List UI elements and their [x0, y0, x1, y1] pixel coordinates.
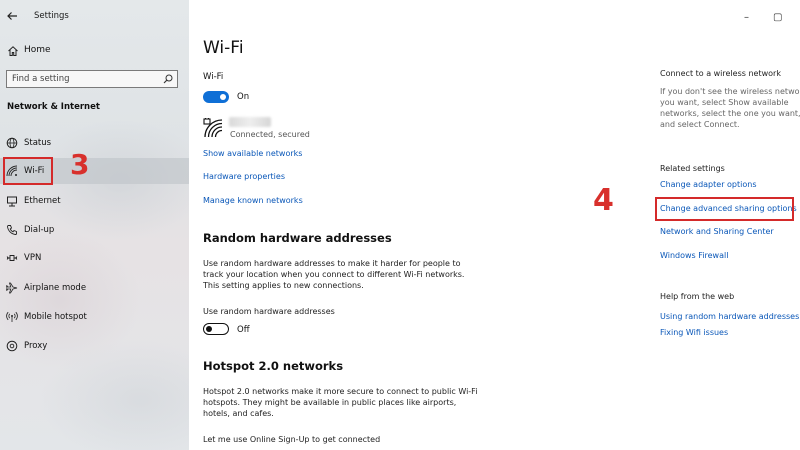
step-3-annotation: 3	[70, 148, 90, 181]
hardware-properties-link[interactable]: Hardware properties	[203, 172, 285, 181]
wifi-highlight-annotation	[3, 157, 53, 185]
sidebar-item-label: VPN	[24, 253, 42, 263]
random-hw-option-label: Use random hardware addresses	[203, 307, 335, 316]
vpn-icon	[6, 255, 18, 261]
sidebar-item-status[interactable]: Status	[0, 130, 189, 156]
wifi-toggle[interactable]	[203, 91, 229, 103]
wifi-toggle-state: On	[237, 92, 250, 102]
title-bar: Settings	[0, 0, 189, 32]
toggle-knob	[206, 326, 212, 332]
phone-icon	[7, 225, 17, 235]
sidebar-item-label: Status	[24, 138, 52, 148]
globe-icon	[6, 137, 18, 149]
sidebar-item-home[interactable]: Home	[0, 40, 189, 62]
network-name-blurred	[229, 117, 271, 127]
hotspot-title: Hotspot 2.0 networks	[203, 359, 344, 373]
secured-wifi-icon	[203, 118, 223, 138]
show-available-networks-link[interactable]: Show available networks	[203, 149, 302, 158]
random-hw-title: Random hardware addresses	[203, 231, 392, 245]
change-adapter-options-link[interactable]: Change adapter options	[660, 180, 757, 189]
search-icon[interactable]	[163, 74, 173, 84]
home-icon	[8, 46, 18, 56]
page-title: Wi-Fi	[203, 38, 244, 58]
random-hw-description: Use random hardware addresses to make it…	[203, 259, 465, 290]
sidebar-item-dial-up[interactable]: Dial-up	[0, 217, 189, 243]
airplane-icon	[6, 282, 18, 294]
online-signup-option-label: Let me use Online Sign-Up to get connect…	[203, 435, 381, 444]
wifi-toggle-label: Wi-Fi	[203, 72, 224, 82]
sidebar-item-proxy[interactable]: Proxy	[0, 333, 189, 359]
sidebar-item-label: Airplane mode	[24, 283, 87, 293]
help-heading: Help from the web	[660, 292, 735, 301]
sharing-options-highlight-annotation	[655, 197, 794, 221]
search-box[interactable]	[6, 70, 178, 88]
connect-description: If you don't see the wireless network yo…	[660, 87, 800, 129]
related-panel: Connect to a wireless network If you don…	[660, 0, 800, 450]
sidebar: Settings Home Network & Internet Status …	[0, 0, 189, 450]
step-4-annotation: 4	[593, 183, 614, 218]
network-sharing-center-link[interactable]: Network and Sharing Center	[660, 227, 774, 236]
random-hw-toggle[interactable]	[203, 323, 229, 335]
random-hw-help-link[interactable]: Using random hardware addresses	[660, 312, 799, 321]
minimize-button[interactable]: –	[744, 12, 749, 23]
sidebar-item-ethernet[interactable]: Ethernet	[0, 188, 189, 214]
random-hw-toggle-state: Off	[237, 325, 250, 335]
sidebar-item-label: Dial-up	[24, 225, 55, 235]
hotspot-icon	[6, 311, 18, 322]
proxy-icon	[6, 340, 18, 352]
back-arrow-icon[interactable]	[6, 10, 18, 22]
app-title: Settings	[34, 11, 69, 21]
connect-heading: Connect to a wireless network	[660, 69, 781, 78]
related-settings-heading: Related settings	[660, 164, 725, 173]
search-input[interactable]	[7, 71, 157, 87]
manage-known-networks-link[interactable]: Manage known networks	[203, 196, 303, 205]
sidebar-item-label: Mobile hotspot	[24, 312, 87, 322]
network-status: Connected, secured	[230, 130, 310, 139]
sidebar-item-label: Home	[24, 45, 51, 55]
section-label: Network & Internet	[7, 102, 100, 112]
windows-firewall-link[interactable]: Windows Firewall	[660, 251, 728, 260]
ethernet-icon	[7, 196, 17, 207]
fixing-wifi-link[interactable]: Fixing Wifi issues	[660, 328, 728, 337]
sidebar-item-label: Ethernet	[24, 196, 61, 206]
sidebar-item-vpn[interactable]: VPN	[0, 245, 189, 271]
sidebar-item-mobile-hotspot[interactable]: Mobile hotspot	[0, 304, 189, 330]
maximize-button[interactable]: ▢	[773, 12, 782, 23]
toggle-knob	[220, 94, 226, 100]
sidebar-item-airplane-mode[interactable]: Airplane mode	[0, 275, 189, 301]
hotspot-description: Hotspot 2.0 networks make it more secure…	[203, 387, 478, 418]
sidebar-item-label: Proxy	[24, 341, 48, 351]
